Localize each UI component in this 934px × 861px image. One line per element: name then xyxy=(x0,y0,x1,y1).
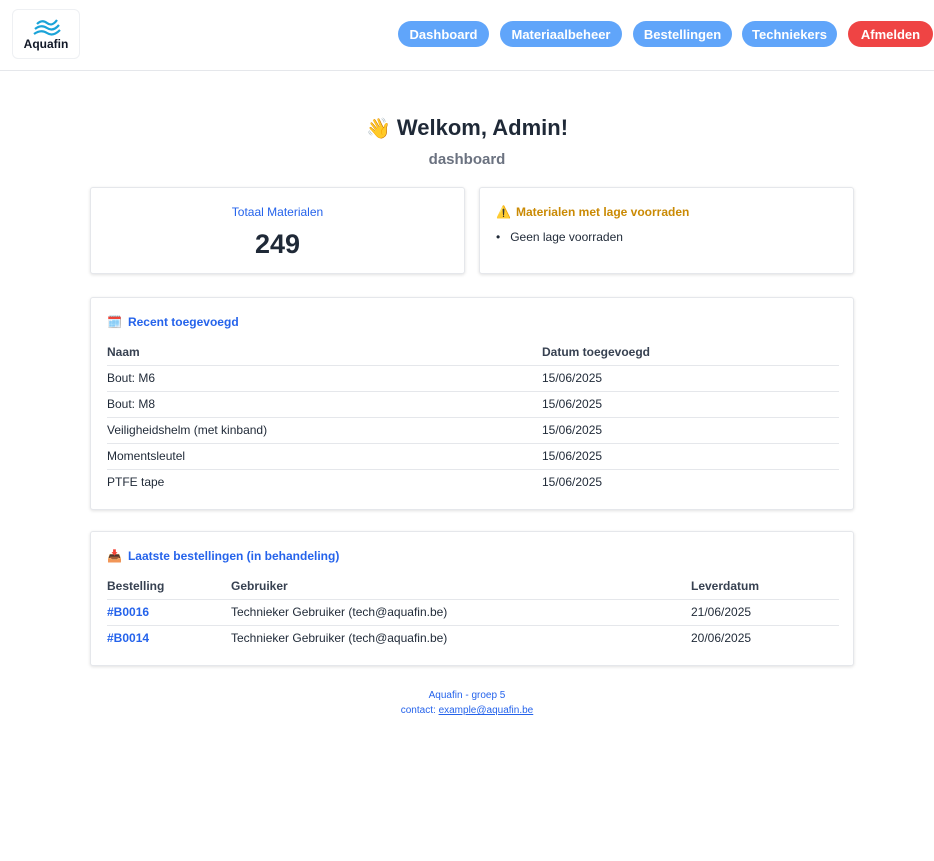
inbox-tray-icon: 📥 xyxy=(107,549,122,563)
table-row: Momentsleutel 15/06/2025 xyxy=(107,443,839,470)
waving-hand-icon: 👋 xyxy=(365,118,391,140)
table-row: #B0014 Technieker Gebruiker (tech@aquafi… xyxy=(107,625,839,651)
material-name: Bout: M6 xyxy=(107,365,542,392)
recent-added-title-text: Recent toegevoegd xyxy=(127,315,239,329)
material-name: Veiligheidshelm (met kinband) xyxy=(107,417,542,444)
nav-bestellingen-button[interactable]: Bestellingen xyxy=(633,21,732,47)
column-header-gebruiker: Gebruiker xyxy=(231,573,691,600)
latest-orders-title-text: Laatste bestellingen (in behandeling) xyxy=(127,549,340,563)
list-item: Geen lage voorraden xyxy=(496,230,623,244)
welcome-heading: 👋 Welkom, Admin! xyxy=(0,115,934,141)
low-stock-title: ⚠️ Materialen met lage voorraden xyxy=(496,205,689,219)
total-materials-title: Totaal Materialen xyxy=(231,205,324,219)
top-navbar: Aquafin Dashboard Materiaalbeheer Bestel… xyxy=(0,0,934,71)
date-added: 15/06/2025 xyxy=(542,443,839,470)
waves-icon xyxy=(33,19,61,36)
total-materials-card: Totaal Materialen 249 xyxy=(90,187,465,274)
order-user: Technieker Gebruiker (tech@aquafin.be) xyxy=(231,631,448,646)
order-user: Technieker Gebruiker (tech@aquafin.be) xyxy=(231,599,691,626)
latest-orders-title: 📥 Laatste bestellingen (in behandeling) xyxy=(107,549,339,563)
column-header-leverdatum: Leverdatum xyxy=(691,573,839,600)
total-materials-value: 249 xyxy=(254,229,301,259)
recent-added-card: 🗓️ Recent toegevoegd Naam Datum toegevoeg… xyxy=(90,297,854,510)
table-row: PTFE tape 15/06/2025 xyxy=(107,469,839,495)
warning-icon: ⚠️ xyxy=(496,205,511,219)
table-header-row: Naam Datum toegevoegd xyxy=(107,339,839,366)
latest-orders-card: 📥 Laatste bestellingen (in behandeling) B… xyxy=(90,531,854,666)
nav-techniekers-button[interactable]: Techniekers xyxy=(742,21,837,47)
latest-orders-table: Bestelling Gebruiker Leverdatum #B0016 T… xyxy=(107,573,839,651)
column-header-bestelling: Bestelling xyxy=(107,573,231,600)
calendar-icon: 🗓️ xyxy=(107,315,122,329)
aquafin-logo[interactable]: Aquafin xyxy=(12,9,80,59)
table-header-row: Bestelling Gebruiker Leverdatum xyxy=(107,573,839,600)
logout-button[interactable]: Afmelden xyxy=(848,21,933,47)
date-added: 15/06/2025 xyxy=(542,391,839,418)
low-stock-list: Geen lage voorraden xyxy=(496,230,623,244)
material-name: PTFE tape xyxy=(107,475,165,490)
recent-added-table: Naam Datum toegevoegd Bout: M6 15/06/202… xyxy=(107,339,839,495)
low-stock-card: ⚠️ Materialen met lage voorraden Geen lag… xyxy=(479,187,854,274)
table-row: Veiligheidshelm (met kinband) 15/06/2025 xyxy=(107,417,839,444)
footer-email-link[interactable]: example@aquafin.be xyxy=(439,705,534,716)
order-link[interactable]: #B0016 xyxy=(107,605,149,619)
footer: Aquafin - groep 5 contact: example@aquaf… xyxy=(0,688,934,718)
order-id-cell: #B0016 xyxy=(107,599,231,626)
nav-dashboard-button[interactable]: Dashboard xyxy=(398,21,489,47)
table-row: Bout: M8 15/06/2025 xyxy=(107,391,839,418)
table-row: #B0016 Technieker Gebruiker (tech@aquafi… xyxy=(107,599,839,626)
recent-added-title: 🗓️ Recent toegevoegd xyxy=(107,315,239,329)
column-header-datum: Datum toegevoegd xyxy=(542,339,839,366)
nav-materiaalbeheer-button[interactable]: Materiaalbeheer xyxy=(500,21,622,47)
order-delivery-date: 20/06/2025 xyxy=(691,631,752,646)
date-added: 15/06/2025 xyxy=(542,417,839,444)
low-stock-title-text: Materialen met lage voorraden xyxy=(515,205,690,219)
material-name: Momentsleutel xyxy=(107,443,542,470)
order-link[interactable]: #B0014 xyxy=(107,631,149,645)
order-delivery-date: 21/06/2025 xyxy=(691,599,839,626)
footer-contact-label: contact: xyxy=(400,705,436,716)
footer-group: Aquafin - groep 5 xyxy=(428,690,506,701)
date-added: 15/06/2025 xyxy=(542,475,603,490)
order-id-cell: #B0014 xyxy=(107,625,231,651)
footer-contact: contact: example@aquafin.be xyxy=(0,703,934,718)
date-added: 15/06/2025 xyxy=(542,365,839,392)
column-header-naam: Naam xyxy=(107,339,542,366)
page-subtitle: dashboard xyxy=(428,151,506,168)
material-name: Bout: M8 xyxy=(107,391,542,418)
logo-text: Aquafin xyxy=(23,37,69,51)
welcome-text: Welkom, Admin! xyxy=(396,115,569,140)
table-row: Bout: M6 15/06/2025 xyxy=(107,365,839,392)
